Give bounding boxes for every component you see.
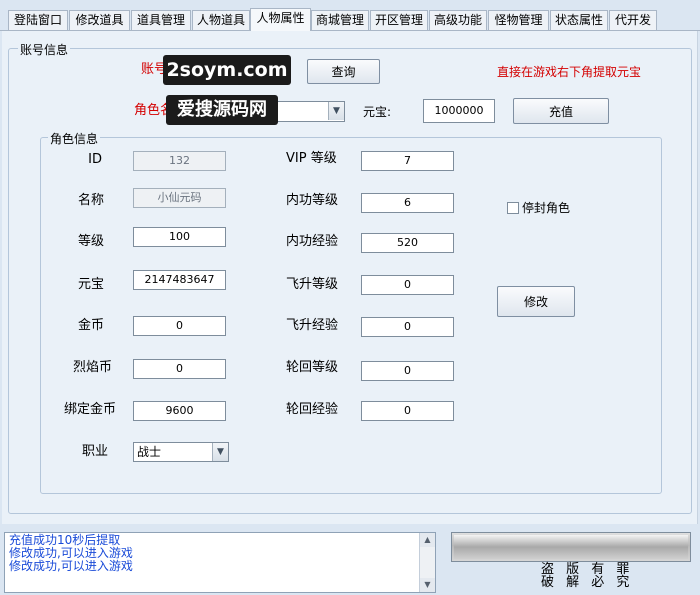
tab-login[interactable]: 登陆窗口 (8, 10, 68, 30)
ascension-level-label: 飞升等级 (286, 277, 339, 292)
level-input[interactable]: 100 (133, 227, 226, 247)
account-info-title: 账号信息 (18, 41, 71, 58)
reincarnation-level-label: 轮回等级 (286, 360, 339, 375)
log-line: 修改成功,可以进入游戏 (9, 559, 133, 573)
flame-coin-input[interactable]: 0 (133, 359, 226, 379)
tab-item-management[interactable]: 道具管理 (131, 10, 191, 30)
chevron-down-icon[interactable]: ▼ (328, 102, 344, 120)
vip-level-input[interactable]: 7 (361, 151, 454, 171)
ascension-level-input[interactable]: 0 (361, 275, 454, 295)
scroll-up-icon[interactable]: ▲ (420, 533, 435, 547)
scroll-down-icon[interactable]: ▼ (420, 578, 435, 592)
yuanbao-stat-input[interactable]: 2147483647 (133, 270, 226, 290)
tab-monster-management[interactable]: 怪物管理 (488, 10, 549, 30)
id-field: 132 (133, 151, 226, 171)
tab-mall-management[interactable]: 商城管理 (311, 10, 369, 30)
tab-advanced-functions[interactable]: 高级功能 (429, 10, 487, 30)
query-button[interactable]: 查询 (307, 59, 380, 84)
ascension-exp-label: 飞升经验 (286, 318, 339, 333)
tab-character-attributes[interactable]: 人物属性 (250, 8, 311, 31)
tab-modify-items[interactable]: 修改道具 (69, 10, 130, 30)
reincarnation-exp-label: 轮回经验 (286, 402, 339, 417)
class-select[interactable]: 战士 ▼ (133, 442, 229, 462)
ascension-exp-input[interactable]: 0 (361, 317, 454, 337)
tab-server-management[interactable]: 开区管理 (370, 10, 428, 30)
tab-custom-development[interactable]: 代开发 (609, 10, 657, 30)
yuanbao-label: 元宝: (363, 105, 392, 119)
ban-role-checkbox[interactable] (507, 202, 519, 214)
yuanbao-input[interactable]: 1000000 (423, 99, 495, 123)
tab-bar: 登陆窗口 修改道具 道具管理 人物道具 人物属性 商城管理 开区管理 高级功能 … (0, 0, 700, 31)
neigong-level-input[interactable]: 6 (361, 193, 454, 213)
flame-coin-label: 烈焰币 (72, 360, 112, 375)
tab-status-attributes[interactable]: 状态属性 (550, 10, 608, 30)
ban-role-label: 停封角色 (522, 201, 571, 215)
vip-level-label: VIP 等级 (286, 151, 337, 166)
tab-character-items[interactable]: 人物道具 (192, 10, 250, 30)
watermark-site: 2soym.com (163, 55, 291, 85)
yuanbao-stat-label: 元宝 (77, 277, 104, 292)
chevron-down-icon[interactable]: ▼ (212, 443, 228, 461)
progress-fill (454, 535, 688, 559)
recharge-button[interactable]: 充值 (513, 98, 609, 124)
neigong-level-label: 内功等级 (286, 193, 339, 208)
gold-label: 金币 (77, 318, 104, 333)
reincarnation-level-input[interactable]: 0 (361, 361, 454, 381)
class-label: 职业 (81, 444, 108, 459)
notice-text: 直接在游戏右下角提取元宝 (497, 65, 642, 79)
neigong-exp-input[interactable]: 520 (361, 233, 454, 253)
neigong-exp-label: 内功经验 (286, 234, 339, 249)
modify-button[interactable]: 修改 (497, 286, 575, 317)
gold-input[interactable]: 0 (133, 316, 226, 336)
bound-gold-label: 绑定金币 (63, 402, 116, 417)
footer-line2: 破 解 必 究 (541, 575, 634, 590)
role-info-title: 角色信息 (48, 130, 101, 147)
name-field: 小仙元码 (133, 188, 226, 208)
log-scrollbar[interactable]: ▲ ▼ (419, 533, 435, 592)
name-label: 名称 (77, 193, 104, 208)
id-label: ID (88, 152, 102, 167)
progress-bar (451, 532, 691, 562)
reincarnation-exp-input[interactable]: 0 (361, 401, 454, 421)
class-select-value: 战士 (137, 445, 162, 459)
message-log[interactable]: 充值成功10秒后提取 修改成功,可以进入游戏 修改成功,可以进入游戏 ▲ ▼ (4, 532, 436, 593)
level-label: 等级 (77, 234, 104, 249)
watermark-name: 爱搜源码网 (166, 95, 278, 125)
bound-gold-input[interactable]: 9600 (133, 401, 226, 421)
